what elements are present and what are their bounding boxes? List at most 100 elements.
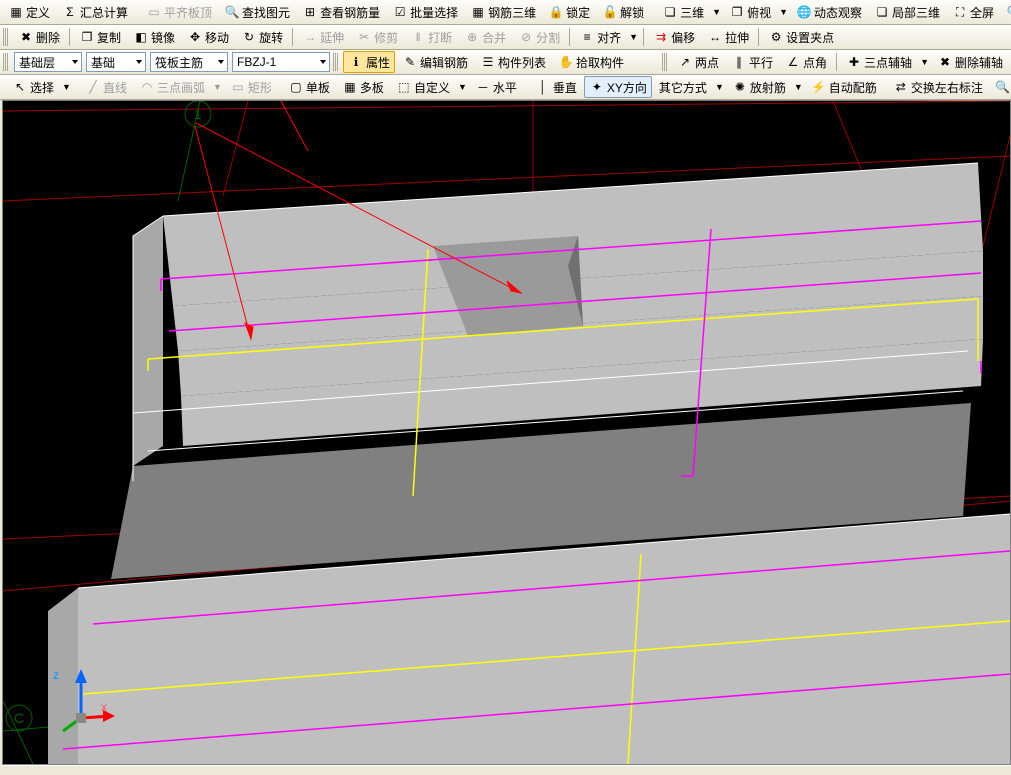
auto-icon: ⚡ bbox=[811, 79, 827, 95]
merge-button[interactable]: ⊕合并 bbox=[459, 26, 511, 48]
set-grip-button[interactable]: ⚙设置夹点 bbox=[763, 26, 839, 48]
trim-button[interactable]: ✂修剪 bbox=[351, 26, 403, 48]
custom-button[interactable]: ⬚自定义 bbox=[391, 76, 455, 98]
find-element-button[interactable]: 🔍查找图元 bbox=[219, 1, 295, 23]
horizontal-button[interactable]: ─水平 bbox=[470, 76, 522, 98]
split-icon: ⊘ bbox=[518, 29, 534, 45]
unlock-icon: 🔓 bbox=[602, 4, 618, 20]
toolbar-draw: ↖选择 ▼ ╱直线 ◠三点画弧 ▼ ▭矩形 ▢单板 ▦多板 ⬚自定义 ▼ ─水平… bbox=[0, 75, 1011, 100]
search-icon: 🔍 bbox=[224, 4, 240, 20]
batch-icon: ☑ bbox=[392, 4, 408, 20]
properties-button[interactable]: ℹ属性 bbox=[343, 51, 395, 73]
edit-rebar-button[interactable]: ✎编辑钢筋 bbox=[397, 51, 473, 73]
copy-button[interactable]: ❐复制 bbox=[74, 26, 126, 48]
align-icon: ≡ bbox=[579, 29, 595, 45]
single-slab-button[interactable]: ▢单板 bbox=[283, 76, 335, 98]
xy-direction-button[interactable]: ✦XY方向 bbox=[584, 76, 652, 98]
component-list-button[interactable]: ☰构件列表 bbox=[475, 51, 551, 73]
place-rebar-button[interactable]: ✺放射筋 bbox=[727, 76, 791, 98]
subtype-dropdown[interactable]: 筏板主筋 bbox=[150, 52, 228, 72]
slab-top bbox=[111, 163, 983, 579]
offset-button[interactable]: ⇉偏移 bbox=[648, 26, 700, 48]
dropdown-arrow-icon[interactable]: ▼ bbox=[60, 82, 73, 92]
point-angle-button[interactable]: ∠点角 bbox=[780, 51, 832, 73]
axis-bubble-label: 1 bbox=[194, 106, 202, 122]
view-icon: 🔍 bbox=[995, 79, 1011, 95]
arc-icon: ◠ bbox=[139, 79, 155, 95]
delete-button[interactable]: ✖删除 bbox=[13, 26, 65, 48]
rect-button[interactable]: ▭矩形 bbox=[225, 76, 277, 98]
separator bbox=[758, 28, 759, 46]
category-dropdown[interactable]: 基础 bbox=[86, 52, 146, 72]
rebar-3d-button[interactable]: ▦钢筋三维 bbox=[465, 1, 541, 23]
component-dropdown[interactable]: FBZJ-1 bbox=[232, 52, 330, 72]
align-button[interactable]: ≡对齐 bbox=[574, 26, 626, 48]
stretch-button[interactable]: ↔拉伸 bbox=[702, 26, 754, 48]
flat-icon: ▭ bbox=[146, 4, 162, 20]
rebar3d-icon: ▦ bbox=[470, 4, 486, 20]
xy-icon: ✦ bbox=[589, 79, 605, 95]
view3d-button[interactable]: ❏三维 bbox=[657, 1, 709, 23]
pick-component-button[interactable]: ✋拾取构件 bbox=[553, 51, 629, 73]
swap-annotations-button[interactable]: ⇄交换左右标注 bbox=[888, 76, 988, 98]
flat-slab-button[interactable]: ▭平齐板顶 bbox=[141, 1, 217, 23]
dynamic-view-button[interactable]: 🌐动态观察 bbox=[791, 1, 867, 23]
split-button[interactable]: ⊘分割 bbox=[513, 26, 565, 48]
delete-aux-button[interactable]: ✖删除辅轴 bbox=[932, 51, 1008, 73]
model-viewport[interactable]: 1 C bbox=[2, 100, 1011, 765]
local-3d-button[interactable]: ❏局部三维 bbox=[869, 1, 945, 23]
arc3-button[interactable]: ◠三点画弧 bbox=[134, 76, 210, 98]
summary-button[interactable]: Σ汇总计算 bbox=[57, 1, 133, 23]
toolbar-grip[interactable] bbox=[3, 53, 9, 71]
dropdown-arrow-icon[interactable]: ▼ bbox=[456, 82, 469, 92]
parallel-button[interactable]: ∥平行 bbox=[726, 51, 778, 73]
mirror-icon: ◧ bbox=[133, 29, 149, 45]
edit-icon: ✎ bbox=[402, 54, 418, 70]
view-button[interactable]: 🔍查 bbox=[990, 76, 1011, 98]
toolbar-grip[interactable] bbox=[662, 53, 668, 71]
define-icon: ▦ bbox=[8, 4, 24, 20]
auto-rebar-button[interactable]: ⚡自动配筋 bbox=[806, 76, 882, 98]
two-point-button[interactable]: ↗两点 bbox=[672, 51, 724, 73]
twopoint-icon: ↗ bbox=[677, 54, 693, 70]
multislab-icon: ▦ bbox=[342, 79, 358, 95]
aux-icon: ✚ bbox=[846, 54, 862, 70]
vert-icon: │ bbox=[535, 79, 551, 95]
layer-dropdown[interactable]: 基础层 bbox=[14, 52, 82, 72]
mirror-button[interactable]: ◧镜像 bbox=[128, 26, 180, 48]
rotate-button[interactable]: ↻旋转 bbox=[236, 26, 288, 48]
perspective-button[interactable]: ❐俯视 bbox=[724, 1, 776, 23]
batch-select-button[interactable]: ☑批量选择 bbox=[387, 1, 463, 23]
extend-button[interactable]: →延伸 bbox=[297, 26, 349, 48]
move-button[interactable]: ✥移动 bbox=[182, 26, 234, 48]
grip-icon: ⚙ bbox=[768, 29, 784, 45]
angle-icon: ∠ bbox=[785, 54, 801, 70]
dropdown-arrow-icon[interactable]: ▼ bbox=[713, 82, 726, 92]
separator bbox=[69, 28, 70, 46]
zoom-button[interactable]: 🔍缩放 bbox=[1001, 1, 1011, 23]
break-button[interactable]: ‖打断 bbox=[405, 26, 457, 48]
vertical-button[interactable]: │垂直 bbox=[530, 76, 582, 98]
three-pt-aux-button[interactable]: ✚三点辅轴 bbox=[841, 51, 917, 73]
toolbar-grip[interactable] bbox=[333, 53, 339, 71]
cube-icon: ❏ bbox=[662, 4, 678, 20]
dropdown-arrow-icon[interactable]: ▼ bbox=[710, 7, 723, 17]
dropdown-arrow-icon[interactable]: ▼ bbox=[792, 82, 805, 92]
lock-button[interactable]: 🔒锁定 bbox=[543, 1, 595, 23]
dropdown-arrow-icon[interactable]: ▼ bbox=[211, 82, 224, 92]
fullscreen-button[interactable]: ⛶全屏 bbox=[947, 1, 999, 23]
slab-icon: ▢ bbox=[288, 79, 304, 95]
unlock-button[interactable]: 🔓解锁 bbox=[597, 1, 649, 23]
select-button[interactable]: ↖选择 bbox=[7, 76, 59, 98]
toolbar-grip[interactable] bbox=[3, 28, 9, 46]
dropdown-arrow-icon[interactable]: ▼ bbox=[627, 32, 640, 42]
define-button[interactable]: ▦定义 bbox=[3, 1, 55, 23]
dropdown-arrow-icon[interactable]: ▼ bbox=[918, 57, 931, 67]
view-rebar-button[interactable]: ⊞查看钢筋量 bbox=[297, 1, 385, 23]
other-method-button[interactable]: 其它方式 bbox=[654, 76, 712, 98]
multi-slab-button[interactable]: ▦多板 bbox=[337, 76, 389, 98]
separator bbox=[643, 28, 644, 46]
line-button[interactable]: ╱直线 bbox=[80, 76, 132, 98]
dropdown-arrow-icon[interactable]: ▼ bbox=[777, 7, 790, 17]
properties-icon: ℹ bbox=[348, 54, 364, 70]
